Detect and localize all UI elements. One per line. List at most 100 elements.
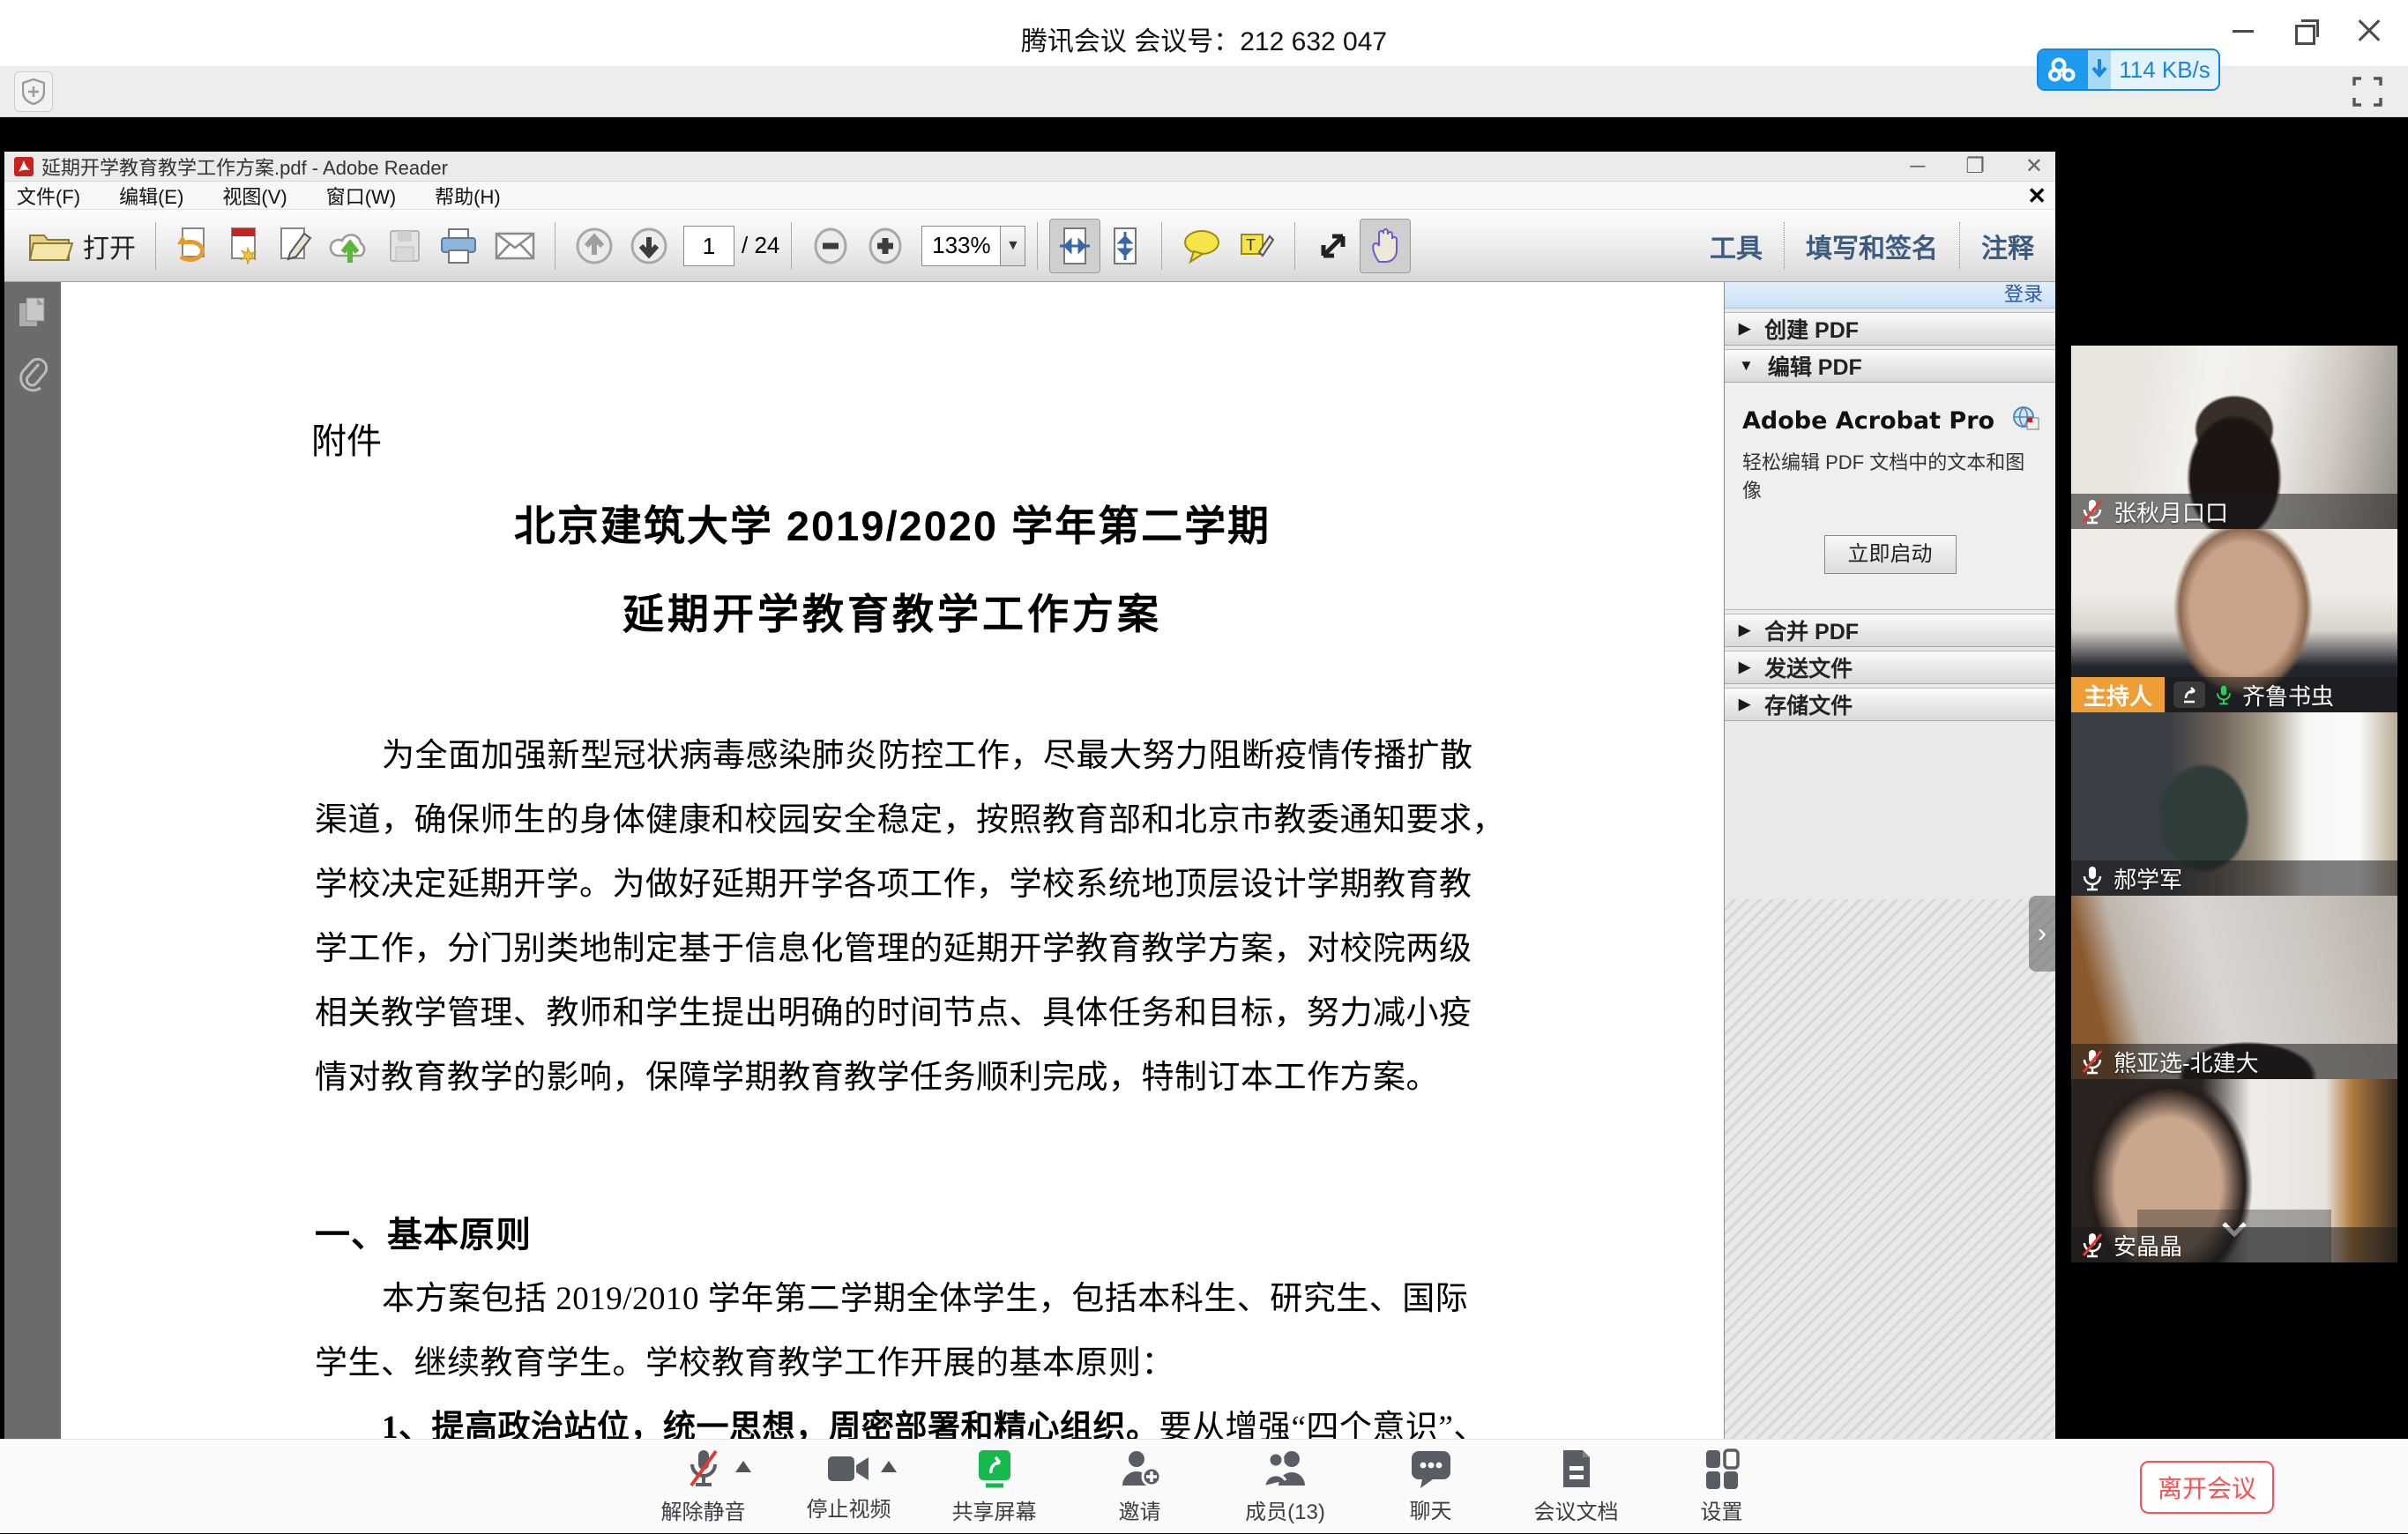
page-number-input[interactable]: 1: [683, 226, 734, 266]
tab-comment[interactable]: 注释: [1960, 227, 2055, 265]
cloud-upload-button[interactable]: [321, 219, 379, 273]
tab-tools[interactable]: 工具: [1689, 227, 1784, 265]
open-button[interactable]: 打开: [20, 219, 144, 273]
menu-edit[interactable]: 编辑(E): [119, 182, 183, 210]
pdf-document-area[interactable]: 附件 北京建筑大学 2019/2020 学年第二学期 延期开学教育教学工作方案 …: [61, 282, 1724, 1439]
share-screen-button[interactable]: 共享屏幕: [921, 1440, 1067, 1534]
chevron-down-icon: ▼: [1000, 227, 1025, 265]
zoom-in-icon: [866, 227, 905, 265]
print-button[interactable]: [430, 219, 487, 273]
sign-button[interactable]: [270, 219, 321, 273]
sign-pencil-icon: [278, 227, 313, 265]
page-thumbnails-icon[interactable]: [4, 282, 61, 344]
doc-paragraph-line: 相关教学管理、教师和学生提出明确的时间节点、具体任务和目标，努力减小疫: [315, 986, 1487, 1033]
unmute-button[interactable]: 解除静音: [630, 1440, 776, 1534]
members-button[interactable]: 成员(13): [1212, 1440, 1358, 1534]
fit-height-button[interactable]: [1100, 219, 1150, 273]
mic-muted-icon: [2080, 1048, 2105, 1075]
minimize-icon[interactable]: [2230, 18, 2256, 44]
shield-plus-icon[interactable]: [14, 71, 53, 112]
video-options-caret-icon[interactable]: [881, 1461, 897, 1472]
comment-button[interactable]: [1174, 219, 1230, 273]
camera-icon: [826, 1451, 872, 1486]
download-arrow-icon: [2088, 48, 2111, 91]
mic-muted-icon: [686, 1448, 721, 1489]
video-tile-5[interactable]: 安晶晶: [2071, 1079, 2397, 1262]
video-tile-3[interactable]: 郝学军: [2071, 712, 2397, 896]
previous-page-button[interactable]: [567, 219, 622, 273]
settings-button[interactable]: 设置: [1649, 1440, 1794, 1534]
fit-width-button[interactable]: [1049, 219, 1100, 273]
adobe-close-icon[interactable]: ✕: [2025, 153, 2043, 180]
meeting-toolbar: 解除静音 停止视频 共享屏幕 邀请 成员(13) 聊天 会议文档: [0, 1439, 2408, 1533]
panel-section-send-files[interactable]: ▶ 发送文件: [1725, 651, 2055, 684]
attachments-paperclip-icon[interactable]: [4, 344, 61, 406]
print-icon: [438, 227, 479, 264]
next-page-button[interactable]: [622, 219, 676, 273]
convert-button[interactable]: [168, 219, 219, 273]
meeting-docs-button[interactable]: 会议文档: [1503, 1440, 1649, 1534]
zoom-level-select[interactable]: 133% ▼: [921, 226, 1025, 266]
host-badge: 主持人: [2071, 677, 2165, 712]
launch-now-button[interactable]: 立即启动: [1824, 535, 1957, 574]
document-icon: [1560, 1448, 1593, 1489]
fullscreen-icon[interactable]: [2350, 74, 2385, 109]
convert-page-icon: [175, 227, 211, 265]
panel-section-create-pdf[interactable]: ▶ 创建 PDF: [1725, 312, 2055, 346]
stop-video-button[interactable]: 停止视频: [776, 1440, 921, 1534]
close-icon[interactable]: [2357, 18, 2383, 44]
adobe-minimize-icon[interactable]: ─: [1910, 153, 1925, 180]
network-indicator[interactable]: 114 KB/s: [2037, 48, 2220, 91]
highlight-button[interactable]: T: [1230, 219, 1283, 273]
doc-paragraph-line: 情对教育教学的影响，保障学期教育教学任务顺利完成，特制订本工作方案。: [315, 1050, 1487, 1098]
acrobat-globe-icon: [2011, 406, 2041, 432]
video-tile-4[interactable]: 熊亚选-北建大: [2071, 896, 2397, 1079]
email-button[interactable]: [487, 219, 543, 273]
video-tile-1[interactable]: 张秋月口口: [2071, 346, 2397, 529]
sign-in-link[interactable]: 登录: [1725, 282, 2055, 309]
participant-name: 齐鲁书虫: [2242, 679, 2334, 711]
create-pdf-icon: [227, 227, 262, 265]
acrobat-pro-title: Adobe Acrobat Pro: [1742, 407, 2038, 435]
adobe-window-title: 延期开学教育教学工作方案.pdf - Adobe Reader: [41, 153, 448, 181]
doc-title-line2: 延期开学教育教学工作方案: [61, 580, 1724, 641]
video-tile-2[interactable]: 主持人 齐鲁书虫: [2071, 529, 2397, 712]
hand-tool-button[interactable]: [1360, 219, 1411, 273]
menu-help[interactable]: 帮助(H): [435, 182, 501, 210]
invite-button[interactable]: 邀请: [1067, 1440, 1212, 1534]
doc-item1-rest: 要从增强“四个意识”、: [1159, 1410, 1487, 1439]
zoom-level-value: 133%: [922, 232, 1000, 259]
zoom-in-button[interactable]: [858, 219, 913, 273]
fullscreen-mode-button[interactable]: [1307, 219, 1360, 273]
panel-collapse-handle[interactable]: ›: [2029, 896, 2055, 972]
adobe-toolbar: 打开 1 / 24: [4, 210, 2055, 282]
menu-window[interactable]: 窗口(W): [326, 182, 396, 210]
chat-button[interactable]: 聊天: [1358, 1440, 1503, 1534]
doc-attachment-label: 附件: [311, 413, 382, 464]
chevron-down-icon: ▼: [1739, 357, 1754, 375]
members-icon: [1263, 1448, 1308, 1489]
menu-file[interactable]: 文件(F): [17, 182, 80, 210]
menu-view[interactable]: 视图(V): [222, 182, 287, 210]
open-folder-icon: [28, 228, 74, 264]
save-button[interactable]: [379, 219, 430, 273]
leave-meeting-button[interactable]: 离开会议: [2140, 1461, 2274, 1514]
participant-name: 郝学军: [2114, 862, 2182, 895]
panel-section-merge-pdf[interactable]: ▶ 合并 PDF: [1725, 614, 2055, 647]
tab-fill-sign[interactable]: 填写和签名: [1785, 227, 1959, 265]
doc-heading-basic-principles: 一、基本原则: [315, 1206, 532, 1257]
document-close-icon[interactable]: ✕: [2027, 183, 2046, 208]
panel-section-store-files[interactable]: ▶ 存储文件: [1725, 688, 2055, 721]
adobe-left-rail: [4, 282, 61, 1439]
adobe-reader-window: 延期开学教育教学工作方案.pdf - Adobe Reader ─ ❐ ✕ 文件…: [4, 152, 2055, 1439]
screen-sharing-icon: [2173, 681, 2205, 708]
zoom-out-button[interactable]: [803, 219, 858, 273]
adobe-tools-panel: 登录 ▶ 创建 PDF ▼ 编辑 PDF Adobe Acrobat Pro 轻…: [1724, 282, 2055, 1439]
create-pdf-button[interactable]: [219, 219, 270, 273]
mic-options-caret-icon[interactable]: [735, 1461, 751, 1472]
page-up-icon: [575, 227, 614, 265]
panel-section-edit-pdf[interactable]: ▼ 编辑 PDF: [1725, 349, 2055, 383]
doc-paragraph-line: 渠道，确保师生的身体健康和校园安全稳定，按照教育部和北京市教委通知要求，: [315, 793, 1487, 840]
restore-icon[interactable]: [2293, 18, 2320, 44]
adobe-restore-icon[interactable]: ❐: [1965, 153, 1985, 180]
